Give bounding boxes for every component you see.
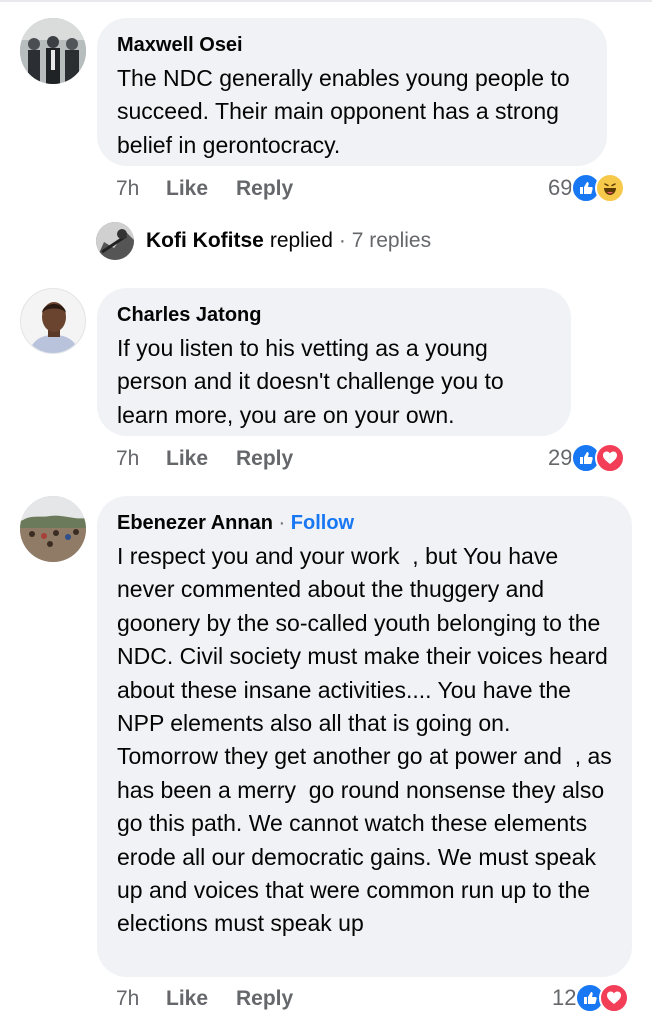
comment-actions: 7h Like Reply xyxy=(116,984,293,1014)
avatar-photo-icon xyxy=(20,18,86,84)
avatar[interactable] xyxy=(20,18,86,84)
reaction-count: 12 xyxy=(552,985,577,1010)
replied-label: replied xyxy=(269,229,333,252)
avatar[interactable] xyxy=(20,288,86,354)
haha-reaction-icon xyxy=(595,173,626,203)
comment-bubble: Ebenezer Annan · Follow I respect you an… xyxy=(97,496,632,977)
like-button[interactable]: Like xyxy=(166,987,236,1011)
reply-button[interactable]: Reply xyxy=(236,177,293,201)
avatar[interactable] xyxy=(20,496,86,562)
like-button[interactable]: Like xyxy=(166,447,236,471)
comment-bubble: Charles Jatong If you listen to his vett… xyxy=(97,288,571,436)
comment-actions: 7h Like Reply xyxy=(116,174,293,204)
view-replies-link[interactable]: Kofi Kofitse replied · 7 replies xyxy=(96,222,431,260)
love-reaction-icon xyxy=(599,983,630,1013)
comment-text: If you listen to his vetting as a young … xyxy=(117,335,504,428)
comment-timestamp[interactable]: 7h xyxy=(116,987,166,1011)
comment-timestamp[interactable]: 7h xyxy=(116,177,166,201)
comment-actions: 7h Like Reply xyxy=(116,444,293,474)
reaction-summary[interactable]: 12 xyxy=(552,982,630,1014)
comment-author-row: Ebenezer Annan · Follow xyxy=(117,510,612,536)
comment-text: I respect you and your work , but You ha… xyxy=(117,543,619,937)
reaction-summary[interactable]: 29 xyxy=(548,442,626,474)
comment-author[interactable]: Charles Jatong xyxy=(117,302,551,328)
avatar-photo-icon xyxy=(20,496,86,562)
avatar-photo-icon xyxy=(96,222,134,260)
replier-name: Kofi Kofitse xyxy=(146,229,264,252)
reaction-count: 29 xyxy=(548,445,573,470)
separator: · xyxy=(278,512,286,534)
comment-bubble: Maxwell Osei The NDC generally enables y… xyxy=(97,18,607,166)
top-divider xyxy=(0,0,652,2)
comment-text: The NDC generally enables young people t… xyxy=(117,65,570,158)
avatar xyxy=(96,222,134,260)
comment-author[interactable]: Maxwell Osei xyxy=(117,32,587,58)
comment-timestamp[interactable]: 7h xyxy=(116,447,166,471)
reply-button[interactable]: Reply xyxy=(236,987,293,1011)
like-button[interactable]: Like xyxy=(166,177,236,201)
comment-author[interactable]: Ebenezer Annan xyxy=(117,512,273,534)
reply-count: · 7 replies xyxy=(338,229,432,252)
love-reaction-icon xyxy=(595,443,626,473)
reaction-summary[interactable]: 69 xyxy=(548,172,626,204)
follow-button[interactable]: Follow xyxy=(291,512,354,534)
reaction-count: 69 xyxy=(548,175,573,200)
avatar-photo-icon xyxy=(21,289,85,353)
reply-button[interactable]: Reply xyxy=(236,447,293,471)
